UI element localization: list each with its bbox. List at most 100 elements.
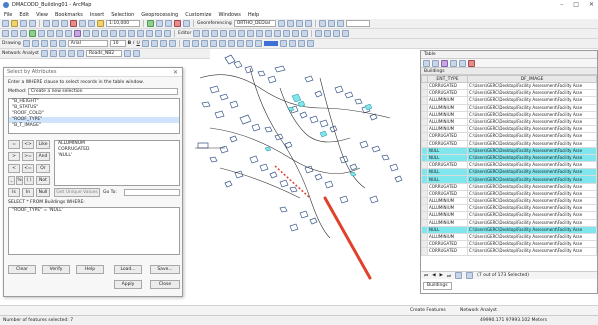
close-button[interactable]: Close <box>150 280 180 289</box>
table-row[interactable]: CORRUGATED C:\Users\GERC\Desktop\Facility… <box>421 139 597 148</box>
table-row[interactable]: CORRUGATED C:\Users\GERC\Desktop\Facility… <box>421 189 597 199</box>
reshape-icon[interactable] <box>247 30 255 37</box>
build-network-icon[interactable] <box>123 50 131 57</box>
sketch-properties-icon[interactable] <box>292 30 300 37</box>
georef-layer-combo[interactable]: ORTHO_DEDial <box>233 20 276 27</box>
italic-button[interactable]: I <box>133 41 134 46</box>
layer-labels-icon[interactable] <box>297 40 305 47</box>
network-analyst-menu[interactable]: Network Analyst <box>2 51 39 56</box>
layer-properties-icon[interactable] <box>279 40 287 47</box>
percent-button[interactable]: % <box>16 176 23 185</box>
cell-image-path[interactable]: C:\Users\GERC\Desktop\Facility Assessmen… <box>467 211 597 220</box>
select-move-location-icon[interactable] <box>58 50 66 57</box>
help-button[interactable]: Help <box>76 265 104 274</box>
first-record-icon[interactable]: ⏮ <box>424 273 428 279</box>
layout-extent-icon[interactable] <box>333 30 341 37</box>
add-data-icon[interactable] <box>97 20 104 27</box>
where-clause-textarea[interactable]: "ROOF_TYPE" = 'NULL' <box>8 207 180 255</box>
layer-symbology-icon[interactable] <box>288 40 296 47</box>
sketch-snapping-icon[interactable] <box>254 40 262 47</box>
georeferencing-label[interactable]: Georeferencing <box>197 21 232 26</box>
apply-button[interactable]: Apply <box>114 280 142 289</box>
save-icon[interactable] <box>20 20 27 27</box>
zoom-whole-page-icon[interactable] <box>342 30 350 37</box>
table-row[interactable]: CORRUGATED C:\Users\GERC\Desktop\Facility… <box>421 132 597 141</box>
fixed-zoom-out-icon[interactable] <box>47 30 54 37</box>
menu-windows[interactable]: Windows <box>218 12 240 18</box>
table-row[interactable]: ALLUMINIUM C:\Users\GERC\Desktop\Facility… <box>421 96 597 105</box>
cell-type[interactable]: ALLUMINIUM <box>427 196 468 206</box>
table-row[interactable]: CORRUGATED C:\Users\GERC\Desktop\Facility… <box>421 89 597 98</box>
cell-type[interactable]: ALLUMINIUM <box>427 125 468 134</box>
greater-equal-button[interactable]: >= <box>22 152 34 161</box>
catalog-icon[interactable] <box>165 20 172 27</box>
measure-icon[interactable] <box>336 20 344 27</box>
is-button[interactable]: Is <box>8 188 20 197</box>
cell-type[interactable]: CORRUGATED <box>427 139 468 148</box>
cell-image-path[interactable]: C:\Users\GERC\Desktop\Facility Assessmen… <box>467 189 597 199</box>
table-row[interactable]: CORRUGATED C:\Users\GERC\Desktop\Facility… <box>421 182 597 191</box>
marker-color-icon[interactable] <box>168 40 176 47</box>
greater-than-button[interactable]: > <box>8 152 20 161</box>
select-features-icon[interactable] <box>74 30 81 37</box>
cell-type[interactable]: CORRUGATED <box>427 132 468 141</box>
table-row[interactable]: NULL C:\Users\GERC\Desktop\Facility Asses… <box>421 175 597 184</box>
cell-image-path[interactable]: C:\Users\GERC\Desktop\Facility Assessmen… <box>467 103 597 112</box>
menu-bookmarks[interactable]: Bookmarks <box>55 12 83 18</box>
table-row[interactable]: CORRUGATED C:\Users\GERC\Desktop\Facility… <box>421 161 597 170</box>
shift-icon[interactable] <box>286 20 294 27</box>
rotate-icon[interactable] <box>277 20 285 27</box>
cell-type[interactable]: ALLUMINIUM <box>427 110 468 119</box>
pan-icon[interactable] <box>20 30 27 37</box>
cell-type[interactable]: ALLUMINIUM <box>427 232 468 242</box>
table-row[interactable]: ALLUMINIUM C:\Users\GERC\Desktop\Facility… <box>421 110 597 119</box>
cell-image-path[interactable]: C:\Users\GERC\Desktop\Facility Assessmen… <box>467 196 597 206</box>
fill-color-icon[interactable] <box>150 40 158 47</box>
field-item[interactable]: "B_T_IMAGE" <box>9 123 179 129</box>
tangent-snapping-icon[interactable] <box>245 40 253 47</box>
cell-image-path[interactable]: C:\Users\GERC\Desktop\Facility Assessmen… <box>467 204 597 213</box>
table-row[interactable]: NULL C:\Users\GERC\Desktop\Facility Asses… <box>421 225 597 234</box>
switch-selection-icon[interactable] <box>450 59 457 67</box>
create-network-location-icon[interactable] <box>49 50 57 57</box>
point-snapping-icon[interactable] <box>191 40 199 47</box>
paste-icon[interactable] <box>61 20 68 27</box>
map-scale-combo[interactable]: 1:10,000 <box>106 20 140 27</box>
link-table-icon[interactable] <box>304 20 312 27</box>
cell-image-path[interactable]: C:\Users\GERC\Desktop\Facility Assessmen… <box>467 218 597 227</box>
redo-icon[interactable] <box>88 20 95 27</box>
table-row[interactable]: ALLUMINIUM C:\Users\GERC\Desktop\Facility… <box>421 218 597 227</box>
rotate-element-icon[interactable] <box>31 40 39 47</box>
menu-customize[interactable]: Customize <box>185 12 211 18</box>
cell-type[interactable]: CORRUGATED <box>427 247 468 256</box>
attributes-icon[interactable] <box>283 30 291 37</box>
minimize-icon[interactable]: – <box>560 1 563 8</box>
layout-pan-icon[interactable] <box>324 30 332 37</box>
cell-type[interactable]: ALLUMINIUM <box>427 211 468 220</box>
menu-edit[interactable]: Edit <box>19 12 29 18</box>
network-window-icon[interactable] <box>40 50 48 57</box>
table-row[interactable]: CORRUGATED C:\Users\GERC\Desktop\Facility… <box>421 240 597 249</box>
table-row[interactable]: ALLUMINIUM C:\Users\GERC\Desktop\Facility… <box>421 211 597 220</box>
midpoint-snapping-icon[interactable] <box>236 40 244 47</box>
zoom-out-icon[interactable] <box>11 30 18 37</box>
drawing-menu[interactable]: Drawing <box>2 41 21 46</box>
print-icon[interactable] <box>29 20 36 27</box>
identify-icon[interactable] <box>318 20 326 27</box>
menu-insert[interactable]: Insert <box>90 12 104 18</box>
cell-type[interactable]: CORRUGATED <box>427 89 468 98</box>
create-features-tab[interactable]: Create Features <box>410 308 446 313</box>
font-combo[interactable]: Arial <box>67 40 108 47</box>
cut-icon[interactable] <box>43 20 50 27</box>
cell-image-path[interactable]: C:\Users\GERC\Desktop\Facility Assessmen… <box>467 146 597 155</box>
fixed-zoom-in-icon[interactable] <box>38 30 45 37</box>
not-equals-button[interactable]: <> <box>22 140 34 149</box>
table-row[interactable]: CORRUGATED C:\Users\GERC\Desktop\Facility… <box>421 81 597 91</box>
underline-button[interactable]: U <box>136 41 139 46</box>
add-control-points-icon[interactable] <box>295 20 303 27</box>
clear-selection-icon[interactable] <box>83 30 90 37</box>
select-by-attributes-icon[interactable] <box>441 59 448 67</box>
layer-definition-icon[interactable] <box>306 40 314 47</box>
snapping-icon[interactable] <box>182 40 190 47</box>
column-header-image[interactable]: DF_IMAGE <box>467 75 597 83</box>
